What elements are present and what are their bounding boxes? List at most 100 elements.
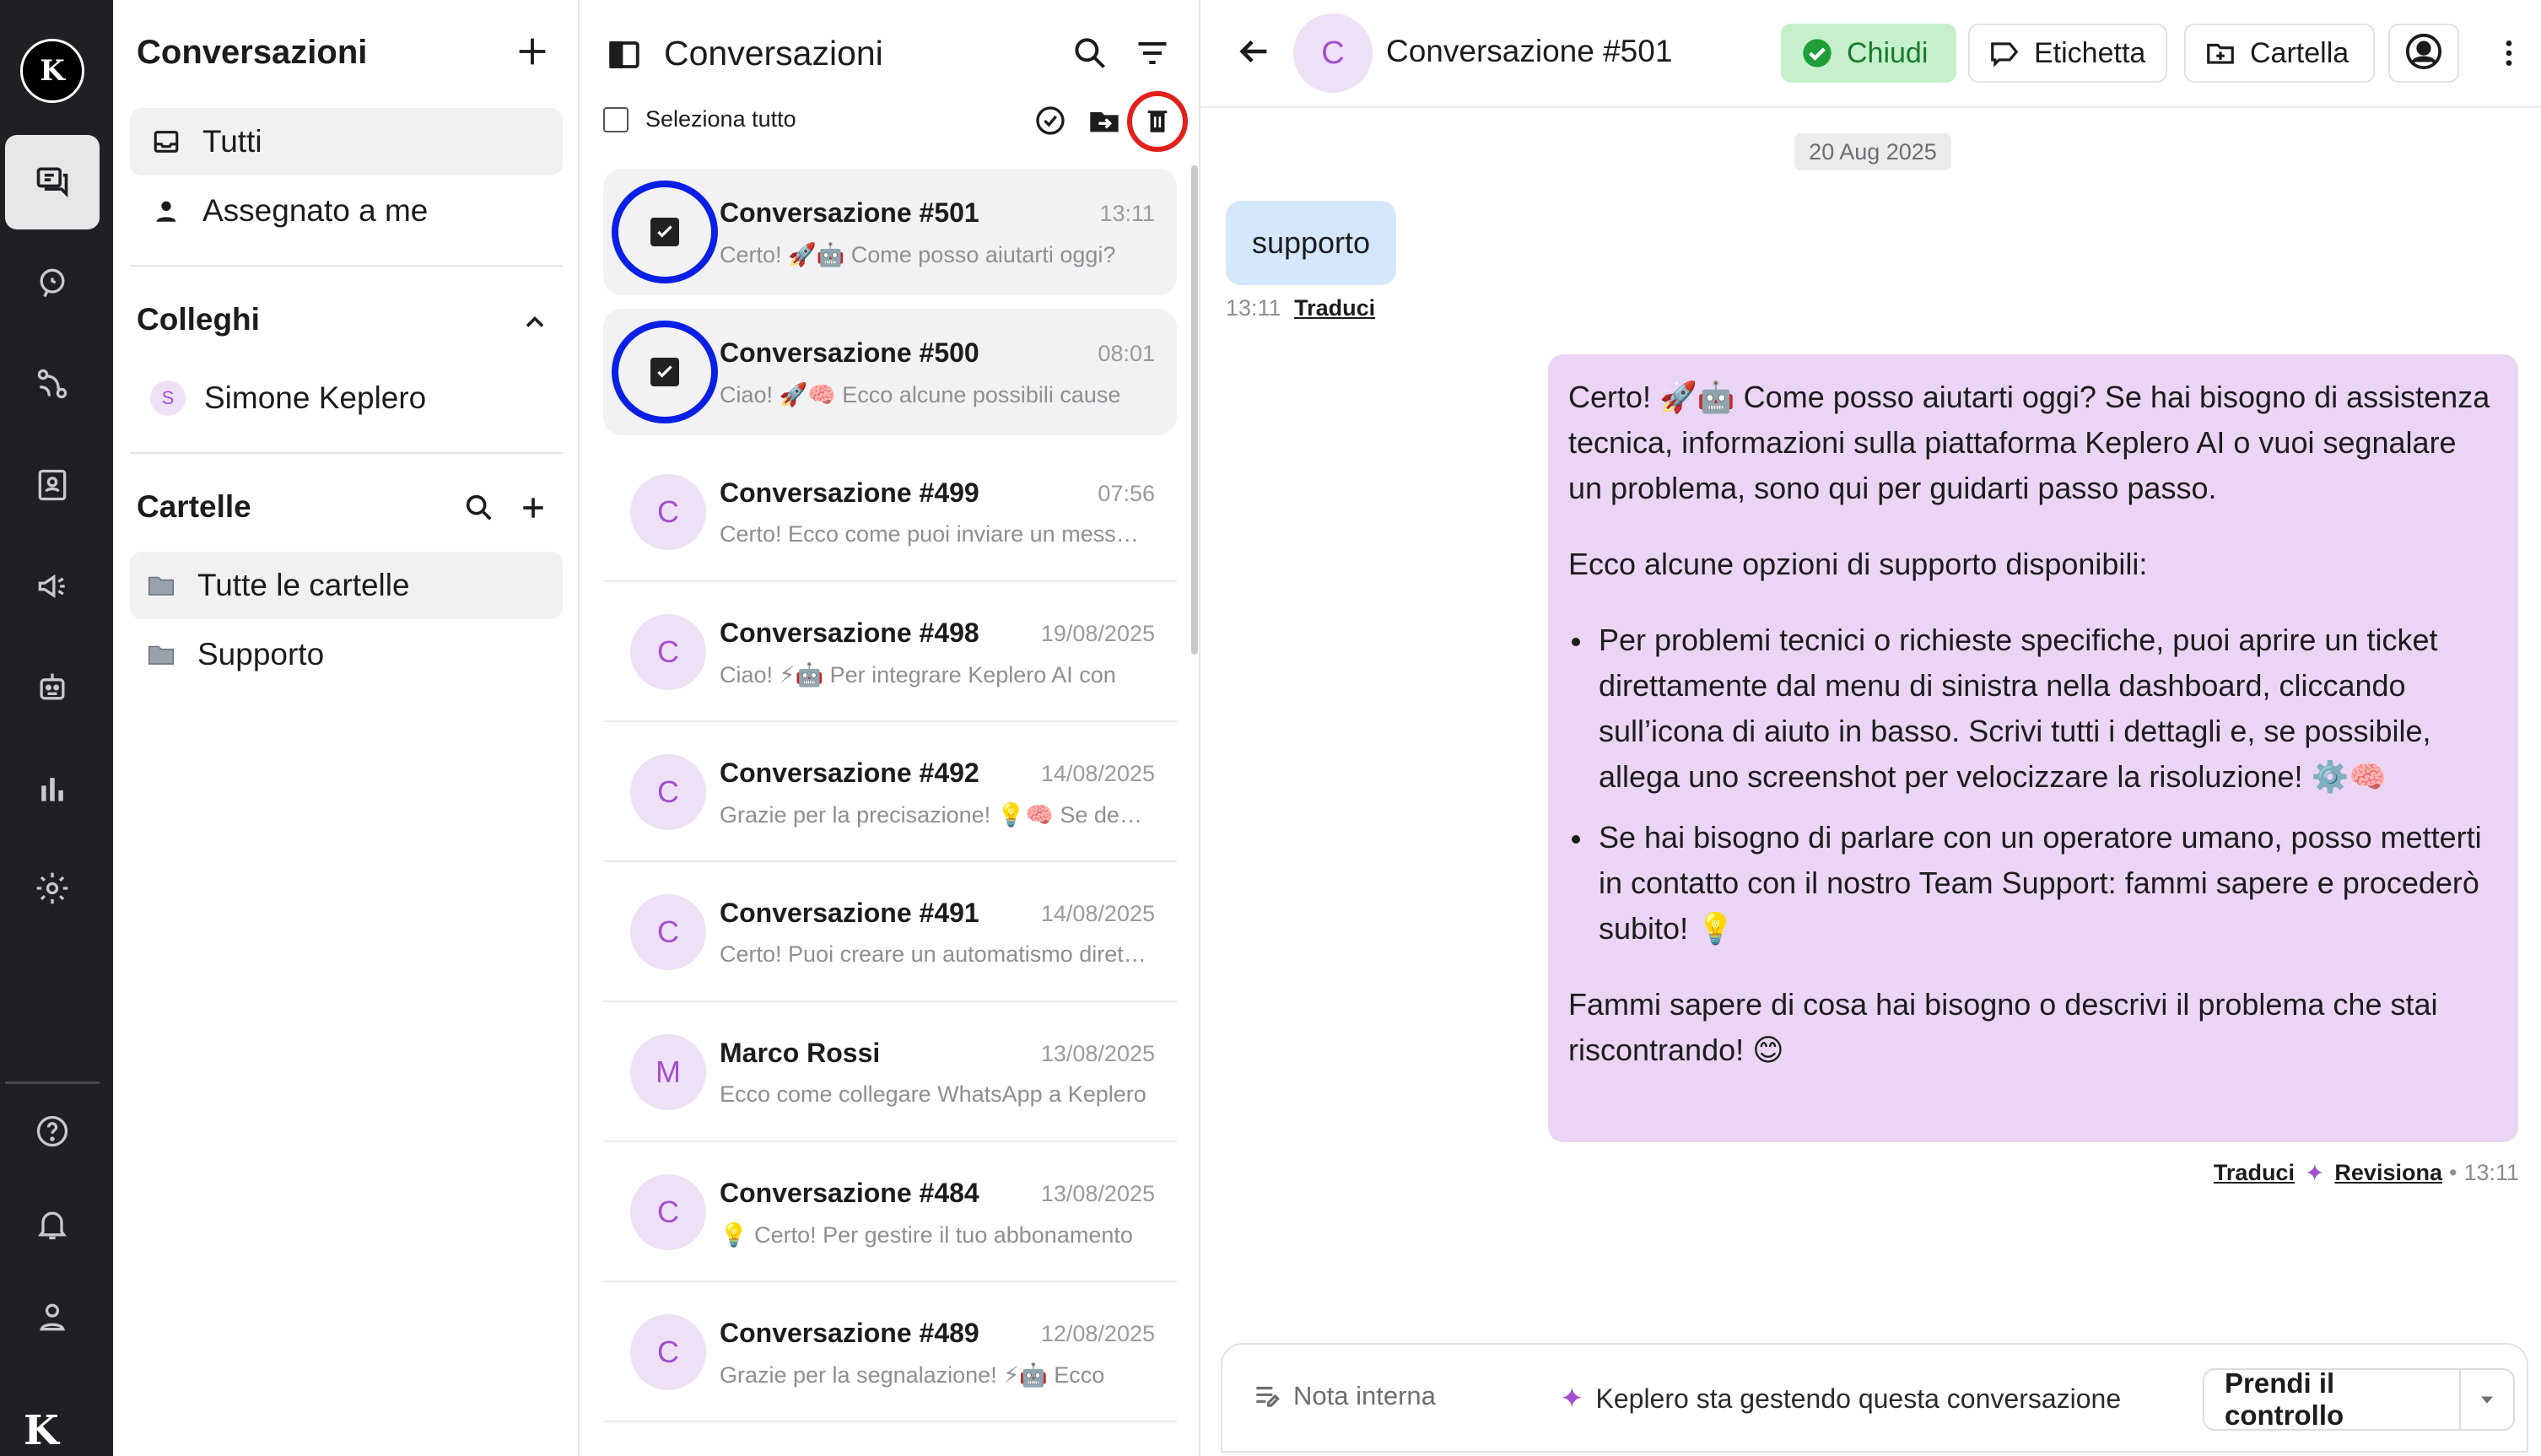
sparkle-icon: ✦ <box>1560 1383 1584 1415</box>
back-arrow-icon[interactable] <box>1234 32 1276 74</box>
analytics-icon[interactable] <box>31 768 73 810</box>
conversation-time: 07:56 <box>1098 481 1155 506</box>
avatar: C <box>630 1314 706 1390</box>
checkbox-checked[interactable] <box>650 358 679 386</box>
message-paragraph: Fammi sapere di cosa hai bisogno o descr… <box>1568 987 2438 1067</box>
meta-separator: • <box>2448 1160 2457 1185</box>
flow-icon[interactable] <box>31 363 73 405</box>
more-options-icon[interactable] <box>2490 32 2528 74</box>
sidebar-item-label: Tutti <box>202 124 262 159</box>
sidebar-divider <box>130 265 563 267</box>
profile-icon[interactable] <box>31 1296 73 1338</box>
chat-icon[interactable] <box>31 160 73 202</box>
new-conversation-button[interactable] <box>513 32 552 71</box>
ai-status: ✦ Keplero sta gestendo questa conversazi… <box>1560 1383 2122 1415</box>
conversation-preview: Grazie per la segnalazione! ⚡🤖 Ecco <box>720 1362 1105 1388</box>
help-icon[interactable] <box>31 1110 73 1152</box>
conversation-name: Conversazione #492 <box>720 758 979 788</box>
conversation-preview: Ecco come collegare WhatsApp a Keplero <box>720 1081 1146 1107</box>
bot-icon[interactable] <box>31 666 73 709</box>
megaphone-icon[interactable] <box>31 565 73 607</box>
sidebar-item-all[interactable]: Tutti <box>130 108 563 175</box>
check-circle-icon <box>1799 35 1835 71</box>
conversation-item[interactable]: M Marco Rossi 13/08/2025 Ecco come colle… <box>603 1009 1177 1135</box>
list-divider <box>603 580 1177 582</box>
panel-toggle-icon[interactable] <box>603 34 645 76</box>
chevron-down-icon[interactable] <box>2459 1370 2513 1429</box>
user-circle-icon <box>2404 32 2443 75</box>
colleague-item[interactable]: S Simone Keplero <box>130 364 563 432</box>
conversation-name: Conversazione #500 <box>720 337 979 368</box>
conversation-time: 13/08/2025 <box>1040 1181 1155 1206</box>
filter-icon[interactable] <box>1131 32 1173 74</box>
list-scrollbar[interactable] <box>1191 165 1198 655</box>
conversation-item[interactable]: C Conversazione #484 13/08/2025 💡 Certo!… <box>603 1149 1177 1275</box>
message-bullet: Se hai bisogno di parlare con un operato… <box>1568 815 2498 952</box>
conversation-item[interactable]: C Conversazione #492 14/08/2025 Grazie p… <box>603 729 1177 855</box>
bell-icon[interactable] <box>31 1203 73 1245</box>
avatar: C <box>630 614 706 690</box>
select-all-row[interactable]: Seleziona tutto <box>603 106 796 132</box>
conversation-name: Conversazione #501 <box>720 197 979 228</box>
conversation-time: 13:11 <box>1099 201 1155 226</box>
folders-heading: Cartelle <box>137 489 251 524</box>
translate-link[interactable]: Traduci <box>1294 295 1375 321</box>
conversation-name: Conversazione #489 <box>720 1318 979 1348</box>
translate-link[interactable]: Traduci <box>2214 1160 2295 1186</box>
conversation-preview: Grazie per la precisazione! 💡🧠 Se deside… <box>720 802 1150 828</box>
tag-icon <box>1987 35 2022 71</box>
conversation-name: Conversazione #491 <box>720 898 979 928</box>
mark-resolved-icon[interactable] <box>1029 100 1071 142</box>
support-icon[interactable] <box>31 262 73 304</box>
conversation-item[interactable]: C Conversazione #489 12/08/2025 Grazie p… <box>603 1289 1177 1416</box>
conversation-name: Conversazione #499 <box>720 477 979 508</box>
take-control-button[interactable]: Prendi il controllo <box>2203 1367 2515 1431</box>
conversation-name: Conversazione #498 <box>720 617 979 648</box>
conversation-preview: Ciao! ⚡🤖 Per integrare Keplero AI con <box>720 662 1116 688</box>
avatar: C <box>630 894 706 970</box>
select-all-checkbox[interactable] <box>603 106 629 132</box>
add-folder-button[interactable] <box>516 491 550 529</box>
delete-icon[interactable] <box>1127 91 1188 152</box>
folder-add-icon <box>2203 35 2238 71</box>
search-icon[interactable] <box>1069 32 1111 74</box>
app-logo[interactable]: K <box>20 39 84 103</box>
folder-icon <box>145 639 177 671</box>
close-conversation-button[interactable]: Chiudi <box>1781 24 1956 83</box>
chevron-up-icon[interactable] <box>520 307 550 342</box>
checkbox-checked[interactable] <box>650 218 679 246</box>
revise-link[interactable]: Revisiona <box>2334 1160 2442 1186</box>
sparkle-icon: ✦ <box>2304 1160 2325 1186</box>
conversation-name: Conversazione #484 <box>720 1178 979 1208</box>
move-to-folder-icon[interactable] <box>1083 100 1125 142</box>
folder-item-supporto[interactable]: Supporto <box>130 621 563 688</box>
list-divider <box>603 1421 1177 1422</box>
list-divider <box>603 1141 1177 1142</box>
conversation-preview: Certo! 🚀🤖 Come posso aiutarti oggi? <box>720 242 1116 267</box>
avatar: C <box>630 1174 706 1250</box>
folder-label: Supporto <box>197 637 325 671</box>
conversation-item[interactable]: Conversazione #501 13:11 Certo! 🚀🤖 Come … <box>603 169 1177 295</box>
conversation-item[interactable]: C Conversazione #498 19/08/2025 Ciao! ⚡🤖… <box>603 589 1177 715</box>
conversation-item[interactable]: C Conversazione #499 07:56 Certo! Ecco c… <box>603 449 1177 575</box>
internal-note-button[interactable]: Nota interna <box>1251 1380 1436 1412</box>
conversation-item[interactable]: Conversazione #500 08:01 Ciao! 🚀🧠 Ecco a… <box>603 309 1177 435</box>
settings-icon[interactable] <box>31 867 73 909</box>
assign-user-button[interactable] <box>2388 24 2459 83</box>
message-paragraph: Ecco alcune opzioni di supporto disponib… <box>1568 547 2148 581</box>
conversation-item[interactable]: C Conversazione #491 14/08/2025 Certo! P… <box>603 869 1177 995</box>
contacts-icon[interactable] <box>31 464 73 506</box>
folder-item-all[interactable]: Tutte le cartelle <box>130 552 563 619</box>
folder-icon <box>145 569 177 601</box>
label-button[interactable]: Etichetta <box>1968 24 2167 83</box>
colleague-name: Simone Keplero <box>204 380 427 415</box>
outgoing-message: Certo! 🚀🤖 Come posso aiutarti oggi? Se h… <box>1548 354 2518 1142</box>
chat-title: Conversazione #501 <box>1386 34 1673 68</box>
search-folders-icon[interactable] <box>462 491 496 529</box>
folder-button[interactable]: Cartella <box>2184 24 2375 83</box>
conversation-preview: 💡 Certo! Per gestire il tuo abbonamento <box>720 1222 1133 1248</box>
selection-ring <box>612 321 718 423</box>
sidebar-item-assigned[interactable]: Assegnato a me <box>130 177 563 245</box>
sidebar-divider <box>130 452 563 454</box>
chat-header: C Conversazione #501 Chiudi Etichetta Ca… <box>1200 0 2541 108</box>
